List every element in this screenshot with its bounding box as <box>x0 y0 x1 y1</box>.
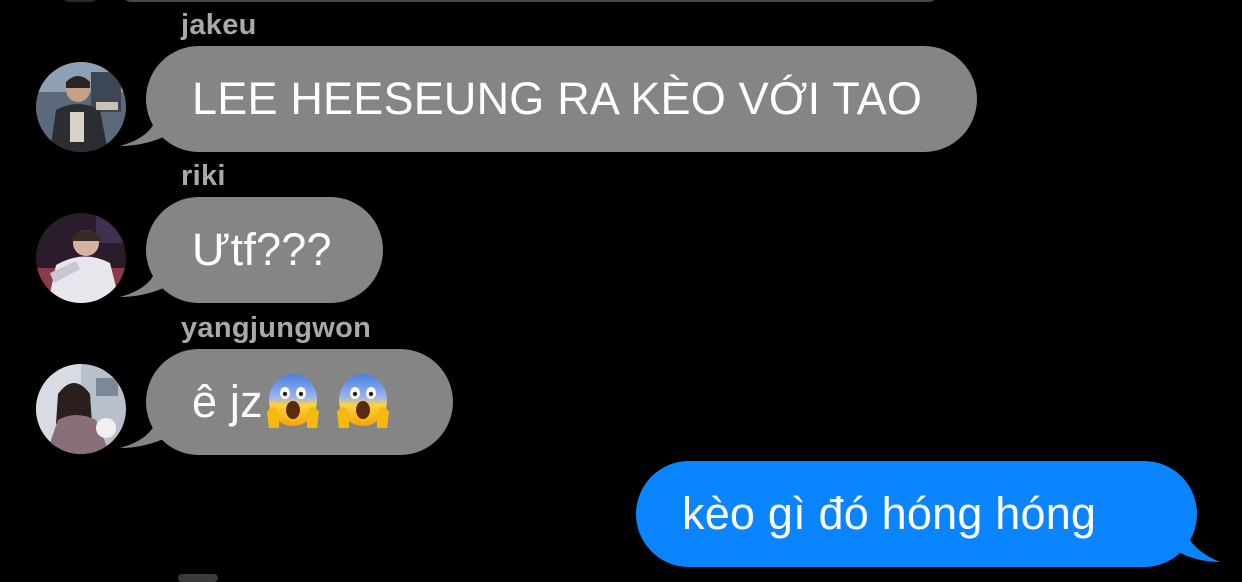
message-text: ê jz <box>192 376 263 427</box>
next-sender-name-edge <box>178 574 218 582</box>
avatar-photo <box>36 62 126 152</box>
avatar-jakeu[interactable] <box>36 62 126 152</box>
message-text: LEE HEESEUNG RA KÈO VỚI TAO <box>192 73 923 124</box>
previous-bubble-edge <box>120 0 940 2</box>
message-text: Ưtf??? <box>192 224 332 275</box>
message-bubble-jakeu[interactable]: LEE HEESEUNG RA KÈO VỚI TAO <box>146 46 977 152</box>
face-screaming-in-fear-emoji <box>336 374 389 428</box>
avatar-photo <box>36 364 126 454</box>
message-bubble-outgoing[interactable]: kèo gì đó hóng hóng <box>636 461 1197 567</box>
message-text: kèo gì đó hóng hóng <box>682 488 1097 539</box>
sender-name-jakeu: jakeu <box>181 9 257 41</box>
message-bubble-yangjungwon[interactable]: ê jz <box>146 349 453 455</box>
sender-name-yangjungwon: yangjungwon <box>181 312 372 344</box>
avatar-yangjungwon[interactable] <box>36 364 126 454</box>
previous-avatar-edge <box>60 0 100 2</box>
face-screaming-in-fear-emoji <box>266 374 319 428</box>
avatar-photo <box>36 213 126 303</box>
avatar-riki[interactable] <box>36 213 126 303</box>
sender-name-riki: riki <box>181 160 226 192</box>
message-bubble-riki[interactable]: Ưtf??? <box>146 197 383 303</box>
